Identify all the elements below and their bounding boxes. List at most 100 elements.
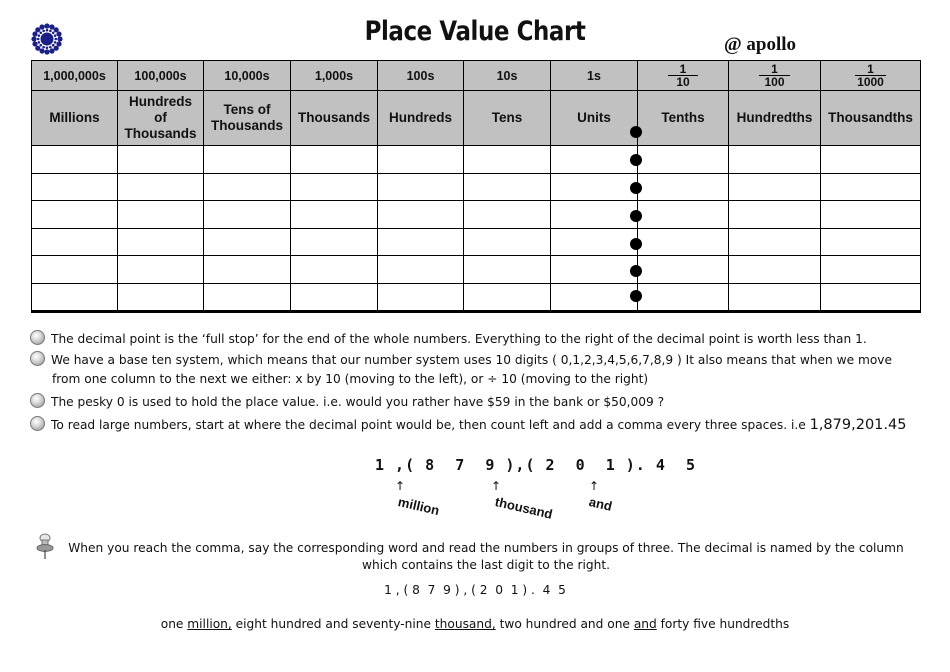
bullet-icon — [30, 330, 45, 345]
column-name-cell: Hundredths — [728, 90, 821, 146]
empty-cell[interactable] — [637, 282, 729, 312]
empty-cell[interactable] — [117, 282, 204, 312]
logo-petal-inner — [45, 46, 49, 50]
place-value-cell: 1,000s — [290, 60, 378, 91]
logo-petal-inner — [39, 31, 43, 35]
logo-petal — [39, 24, 45, 30]
decimal-point-dot — [630, 210, 642, 222]
empty-cell[interactable] — [728, 145, 821, 174]
empty-cell[interactable] — [203, 172, 291, 201]
empty-cell[interactable] — [31, 227, 118, 256]
empty-cell[interactable] — [203, 255, 291, 284]
column-name-cell: Hundreds — [377, 90, 464, 146]
empty-cell[interactable] — [637, 255, 729, 284]
empty-cell[interactable] — [550, 227, 638, 256]
empty-cell[interactable] — [463, 227, 551, 256]
empty-cell[interactable] — [550, 145, 638, 174]
empty-cell[interactable] — [203, 200, 291, 229]
empty-cell[interactable] — [550, 200, 638, 229]
empty-cell[interactable] — [377, 282, 464, 312]
fraction-numerator: 1 — [855, 63, 886, 76]
empty-cell[interactable] — [290, 145, 378, 174]
logo-petal — [56, 31, 62, 37]
pushpin-icon — [36, 533, 54, 559]
empty-cell[interactable] — [820, 145, 921, 174]
empty-cell[interactable] — [31, 282, 118, 312]
empty-cell[interactable] — [117, 172, 204, 201]
column-name-cell: Tenths — [637, 90, 729, 146]
empty-cell[interactable] — [463, 145, 551, 174]
empty-cell[interactable] — [463, 172, 551, 201]
empty-cell[interactable] — [31, 200, 118, 229]
empty-cell[interactable] — [550, 282, 638, 312]
empty-cell[interactable] — [31, 145, 118, 174]
empty-cell[interactable] — [820, 172, 921, 201]
empty-cell[interactable] — [820, 200, 921, 229]
column-name-cell: Tens — [463, 90, 551, 146]
decimal-point-dot — [630, 126, 642, 138]
empty-cell[interactable] — [728, 282, 821, 312]
logo-petal-inner — [54, 37, 58, 41]
empty-cell[interactable] — [377, 227, 464, 256]
empty-cell[interactable] — [203, 145, 291, 174]
empty-cell[interactable] — [117, 200, 204, 229]
empty-cell[interactable] — [377, 172, 464, 201]
note-item: The pesky 0 is used to hold the place va… — [30, 393, 664, 409]
place-value-cell: 10,000s — [203, 60, 291, 91]
empty-cell[interactable] — [820, 255, 921, 284]
note-item: To read large numbers, start at where th… — [30, 416, 906, 433]
empty-cell[interactable] — [290, 227, 378, 256]
fraction-cell: 1 1000 — [820, 60, 921, 91]
note-item: We have a base ten system, which means t… — [30, 351, 892, 367]
empty-cell[interactable] — [637, 145, 729, 174]
fraction-numerator: 1 — [667, 63, 699, 76]
empty-cell[interactable] — [117, 255, 204, 284]
empty-cell[interactable] — [290, 255, 378, 284]
empty-cell[interactable] — [728, 255, 821, 284]
empty-cell[interactable] — [820, 282, 921, 312]
empty-cell[interactable] — [637, 200, 729, 229]
column-name-cell: Tens of Thousands — [203, 90, 291, 146]
empty-cell[interactable] — [203, 227, 291, 256]
empty-cell[interactable] — [117, 227, 204, 256]
bullet-icon — [30, 416, 45, 431]
reading-tip: When you reach the comma, say the corres… — [68, 541, 904, 572]
empty-cell[interactable] — [550, 255, 638, 284]
grouped-example-small: 1 , ( 8 7 9 ) , ( 2 0 1 ) . 4 5 — [384, 583, 566, 597]
empty-cell[interactable] — [377, 255, 464, 284]
empty-cell[interactable] — [728, 200, 821, 229]
empty-cell[interactable] — [728, 227, 821, 256]
empty-cell[interactable] — [637, 172, 729, 201]
note-item-continued: from one column to the next we either: x… — [52, 372, 649, 386]
empty-cell[interactable] — [377, 200, 464, 229]
logo-petal — [49, 48, 55, 54]
decimal-point-dot — [630, 290, 642, 302]
empty-cell[interactable] — [820, 227, 921, 256]
decimal-point-dot — [630, 182, 642, 194]
empty-cell[interactable] — [463, 282, 551, 312]
logo-petal — [44, 23, 50, 29]
logo-petal — [44, 49, 50, 55]
empty-cell[interactable] — [290, 282, 378, 312]
empty-cell[interactable] — [377, 145, 464, 174]
empty-cell[interactable] — [117, 145, 204, 174]
empty-cell[interactable] — [550, 172, 638, 201]
table-row — [31, 200, 921, 229]
empty-cell[interactable] — [637, 227, 729, 256]
logo-petal-inner — [39, 43, 43, 47]
logo-petal-inner — [37, 41, 41, 44]
place-value-cell: 1,000,000s — [31, 60, 118, 91]
place-value-cell: 10s — [463, 60, 551, 91]
empty-cell[interactable] — [203, 282, 291, 312]
place-value-table: 1,000,000s 100,000s 10,000s 1,000s 100s … — [31, 60, 921, 313]
empty-cell[interactable] — [31, 255, 118, 284]
fraction-cell: 1 10 — [637, 60, 729, 91]
empty-cell[interactable] — [728, 172, 821, 201]
empty-cell[interactable] — [290, 172, 378, 201]
empty-cell[interactable] — [463, 255, 551, 284]
empty-cell[interactable] — [31, 172, 118, 201]
empty-cell[interactable] — [290, 200, 378, 229]
empty-cell[interactable] — [463, 200, 551, 229]
author-credit: @ apollo — [724, 34, 797, 55]
bullet-icon — [30, 393, 45, 408]
